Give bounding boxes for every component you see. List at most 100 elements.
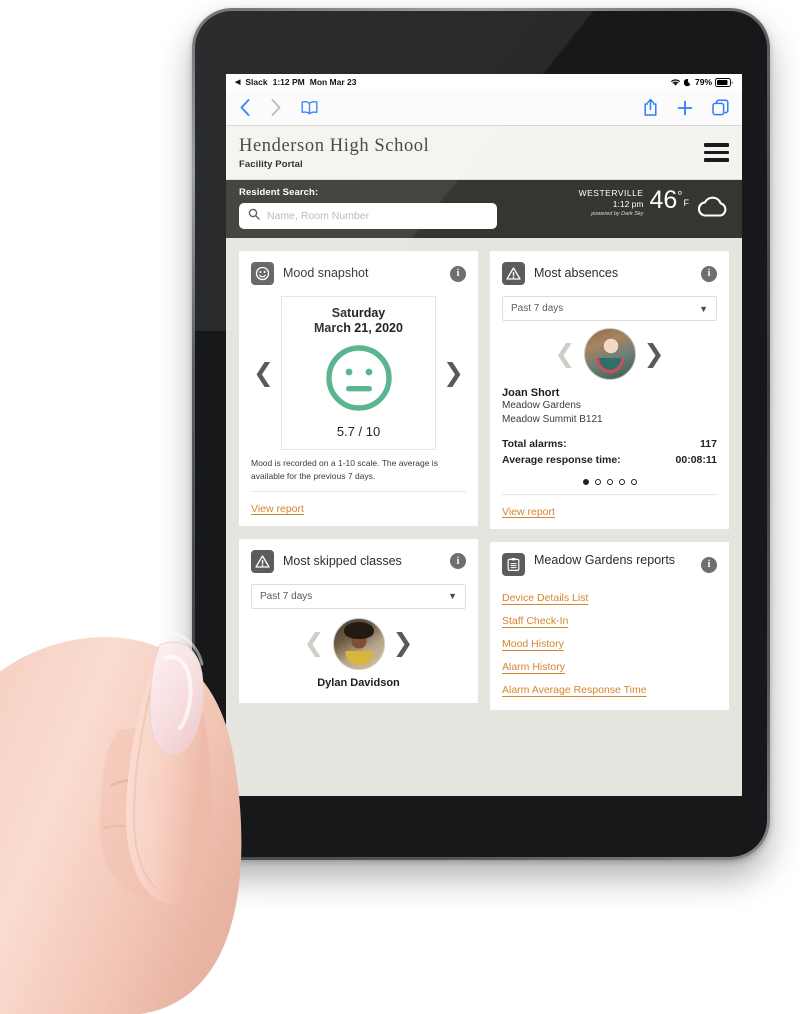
card-most-skipped-classes: Most skipped classes i Past 7 days ▼ ❮ ❯ (239, 538, 478, 703)
status-bar-time: 1:12 PM (272, 77, 305, 87)
bookmarks-button[interactable] (301, 100, 318, 115)
carousel-dot[interactable] (582, 478, 589, 485)
absences-range-value: Past 7 days (511, 303, 564, 315)
battery-percent-label: 79% (694, 77, 712, 87)
temperature-value: 46 (649, 186, 678, 215)
info-icon[interactable]: i (450, 265, 466, 282)
skipped-person-name: Dylan Davidson (317, 676, 400, 689)
absences-range-select[interactable]: Past 7 days ▼ (502, 296, 717, 322)
stat-row: Average response time: 00:08:11 (502, 453, 717, 469)
weather-time: 1:12 pm (612, 199, 644, 210)
search-label: Resident Search: (239, 187, 319, 199)
hamburger-menu-icon[interactable] (704, 143, 729, 162)
ios-status-bar: ◀ Slack 1:12 PM Mon Mar 23 79% (226, 74, 742, 90)
report-link-staff-check-in[interactable]: Staff Check-In (502, 610, 717, 633)
battery-icon (715, 77, 733, 87)
skipped-range-value: Past 7 days (260, 590, 313, 602)
ipad-device: ◀ Slack 1:12 PM Mon Mar 23 79% Henderson… (192, 8, 770, 860)
card-title: Most skipped classes (283, 554, 402, 569)
report-link-alarm-average-response-time[interactable]: Alarm Average Response Time (502, 679, 717, 702)
skipped-range-select[interactable]: Past 7 days ▼ (251, 583, 466, 609)
forward-button[interactable] (270, 98, 282, 117)
stat-value: 00:08:11 (675, 454, 717, 467)
mood-note: Mood is recorded on a 1-10 scale. The av… (251, 458, 438, 481)
weather-city: WESTERVILLE (578, 188, 644, 199)
ipad-screen: ◀ Slack 1:12 PM Mon Mar 23 79% Henderson… (226, 74, 742, 796)
card-meadow-gardens-reports: Meadow Gardens reports i Device Details … (490, 541, 729, 710)
status-bar-date: Mon Mar 23 (309, 77, 357, 87)
report-link-mood-history[interactable]: Mood History (502, 633, 717, 656)
back-to-app-label[interactable]: Slack (245, 77, 267, 87)
search-icon (248, 207, 260, 225)
mood-prev-button[interactable]: ❮ (251, 360, 276, 386)
weather-widget: WESTERVILLE 1:12 pm powered by Dark Sky … (579, 187, 729, 224)
carousel-dot[interactable] (630, 478, 637, 485)
safari-toolbar (226, 90, 742, 126)
ipad-bezel: ◀ Slack 1:12 PM Mon Mar 23 79% Henderson… (195, 11, 767, 857)
search-input[interactable] (267, 210, 488, 223)
cloud-icon (695, 194, 729, 224)
dashboard-grid: Mood snapshot i ❮ Saturday March 21, 202… (226, 238, 742, 710)
mood-next-button[interactable]: ❯ (441, 360, 466, 386)
stat-label: Total alarms: (502, 438, 567, 451)
skipped-prev-button[interactable]: ❮ (302, 631, 327, 656)
stat-label: Average response time: (502, 454, 621, 467)
smiley-face-icon (251, 262, 274, 286)
absences-prev-button[interactable]: ❮ (553, 341, 578, 367)
stat-row: Total alarms: 117 (502, 437, 717, 453)
back-button[interactable] (239, 98, 251, 117)
new-tab-button[interactable] (677, 100, 693, 116)
dashboard-column-right: Most absences i Past 7 days ▼ ❮ ❯ Joan S… (490, 251, 729, 710)
carousel-dot[interactable] (606, 478, 613, 485)
page-title: Henderson High School (239, 136, 430, 156)
carousel-dot[interactable] (594, 478, 601, 485)
wifi-icon (670, 78, 681, 87)
mood-date: March 21, 2020 (314, 321, 403, 336)
degree-symbol: ° (677, 188, 683, 204)
card-title: Most absences (534, 266, 619, 281)
absences-person-location-2: Meadow Summit B121 (502, 413, 603, 425)
mood-view-report-link[interactable]: View report (251, 503, 304, 515)
neutral-face-icon (288, 344, 429, 417)
avatar (583, 328, 636, 381)
absences-stats: Total alarms: 117 Average response time:… (502, 437, 717, 469)
mood-day: Saturday (331, 306, 386, 321)
absences-view-report-link[interactable]: View report (502, 506, 555, 518)
app-header: Henderson High School Facility Portal (226, 126, 742, 181)
absences-person-name: Joan Short (502, 387, 560, 400)
tabs-button[interactable] (712, 99, 729, 116)
info-icon[interactable]: i (701, 556, 717, 573)
page-subtitle: Facility Portal (239, 159, 303, 171)
skipped-next-button[interactable]: ❯ (391, 631, 416, 656)
report-link-device-details-list[interactable]: Device Details List (502, 587, 717, 610)
card-most-absences: Most absences i Past 7 days ▼ ❮ ❯ Joan S… (490, 251, 729, 529)
chevron-down-icon: ▼ (448, 591, 457, 602)
carousel-dots (502, 478, 717, 485)
clipboard-icon (502, 552, 525, 576)
mood-panel: Saturday March 21, 2020 5.7 / 10 (280, 296, 437, 451)
weather-attribution: powered by Dark Sky (591, 211, 644, 218)
mood-score: 5.7 / 10 (336, 424, 381, 440)
share-button[interactable] (643, 98, 658, 117)
card-title: Meadow Gardens reports (534, 552, 676, 567)
search-field-wrapper[interactable] (239, 203, 497, 230)
absences-person-location-1: Meadow Gardens (502, 400, 581, 412)
screenshot-stage: ◀ Slack 1:12 PM Mon Mar 23 79% Henderson… (0, 0, 800, 1014)
carousel-dot[interactable] (618, 478, 625, 485)
temperature-unit: F (683, 198, 690, 209)
card-title: Mood snapshot (283, 266, 369, 281)
info-icon[interactable]: i (450, 553, 466, 570)
absences-next-button[interactable]: ❯ (642, 341, 667, 367)
avatar (332, 617, 385, 670)
stat-value: 117 (700, 438, 717, 451)
crescent-moon-icon (683, 78, 692, 87)
warning-triangle-icon (251, 549, 274, 573)
warning-triangle-icon (502, 262, 525, 286)
card-mood-snapshot: Mood snapshot i ❮ Saturday March 21, 202… (239, 251, 478, 526)
dashboard-column-left: Mood snapshot i ❮ Saturday March 21, 202… (239, 251, 478, 710)
weather-temperature: 46 ° F (649, 188, 689, 213)
report-link-alarm-history[interactable]: Alarm History (502, 656, 717, 679)
search-weather-bar: Resident Search: Name, Room Number WESTE… (226, 180, 742, 239)
back-to-app-triangle-icon: ◀ (235, 78, 241, 86)
info-icon[interactable]: i (701, 265, 717, 282)
